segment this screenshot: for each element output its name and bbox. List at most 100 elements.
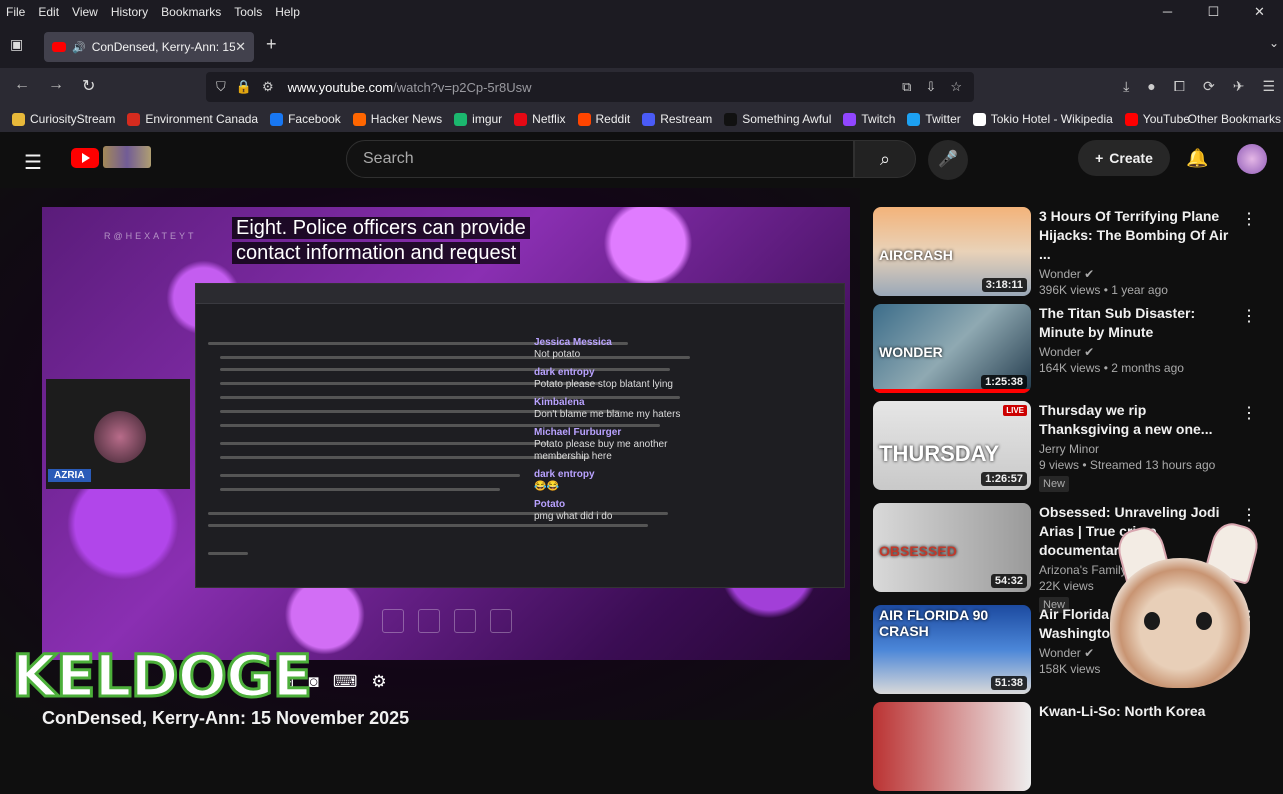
menu-edit[interactable]: Edit [32,5,66,19]
new-tab-icon[interactable]: + [266,34,277,55]
bookmark-label: Something Awful [742,112,832,126]
save-page-icon[interactable]: ⇩ [925,79,936,95]
video-thumbnail[interactable]: AIR FLORIDA 90 CRASH 51:38 [873,605,1031,694]
sync-icon[interactable]: ⟳ [1203,78,1215,95]
channel-label: Wonder [1039,267,1081,281]
more-options-icon[interactable]: ⋮ [1241,403,1257,423]
menu-tools[interactable]: Tools [228,5,269,19]
tab-title: ConDensed, Kerry-Ann: 15 [91,40,236,54]
bookmark-item[interactable]: Twitter [907,112,961,126]
extensions-icon[interactable]: ⧠ [1174,78,1185,95]
menu-view[interactable]: View [66,5,105,19]
bookmark-item[interactable]: YouTube [1124,112,1190,126]
create-button[interactable]: + Create [1078,140,1170,176]
menu-bookmarks[interactable]: Bookmarks [155,5,228,19]
recommended-video[interactable]: AIRCRASH 3:18:11 3 Hours Of Terrifying Pla… [873,207,1273,299]
more-options-icon[interactable]: ⋮ [1241,209,1257,229]
extension-cookie-icon[interactable]: ● [1147,78,1155,95]
chat-text: Potato please stop blatant lying [534,379,673,390]
url-text[interactable]: www.youtube.com/watch?v=p2Cp-5r8Usw [288,80,532,95]
menu-bar: File Edit View History Bookmarks Tools H… [0,0,1283,24]
recommended-video[interactable]: THURSDAY LIVE 1:26:57 Thursday we rip Thank… [873,401,1273,493]
doc-line [220,474,520,477]
video-thumbnail[interactable] [873,702,1031,791]
forward-icon[interactable]: → [48,76,64,94]
back-icon[interactable]: ← [14,76,30,94]
video-title[interactable]: The Titan Sub Disaster: Minute by Minute [1039,304,1229,342]
shared-screen [195,283,845,588]
overlay-icon [454,609,476,633]
bookmark-item[interactable]: Facebook [270,112,341,126]
menu-help[interactable]: Help [269,5,307,19]
channel-name[interactable]: Jerry Minor [1039,442,1229,456]
list-tabs-icon[interactable]: ⌄ [1269,36,1279,50]
url-path: /watch?v=p2Cp-5r8Usw [393,79,532,95]
bookmark-item[interactable]: Reddit [577,112,630,126]
reload-icon[interactable]: ↻ [82,76,95,96]
speaker-icon[interactable]: 🔊 [72,41,86,54]
video-title[interactable]: Thursday we rip Thanksgiving a new one..… [1039,401,1229,439]
youtube-favicon-icon [52,42,66,52]
other-bookmarks[interactable]: Other Bookmarks [1188,112,1281,126]
bookmark-item[interactable]: Something Awful [724,112,831,126]
bookmark-star-icon[interactable]: ☆ [950,79,962,95]
search-input[interactable]: Search [346,140,854,178]
bookmark-label: Netflix [532,112,566,126]
firefox-view-icon[interactable]: ▣ [10,36,23,53]
bookmark-item[interactable]: Hacker News [352,112,442,126]
close-tab-icon[interactable]: ✕ [235,39,246,55]
bookmark-favicon-icon [127,112,141,126]
lock-icon[interactable]: 🔒 [236,79,252,95]
youtube-doodle[interactable] [103,146,151,168]
menu-file[interactable]: File [0,5,32,19]
chat-author: Kimbalena [534,397,585,408]
downloads-icon[interactable]: ⤓ [1123,78,1129,95]
maximize-button[interactable]: ☐ [1191,0,1237,24]
keyboard-icon[interactable]: ⌨ [333,672,358,692]
youtube-logo[interactable] [71,148,99,168]
navigation-bar: ← → ↻ ⛉ 🔒 ⚙ www.youtube.com/watch?v=p2Cp… [0,68,1283,106]
recommended-video[interactable]: WONDER 1:25:38 The Titan Sub Disaster: Min… [873,304,1273,396]
video-thumbnail[interactable]: WONDER 1:25:38 [873,304,1031,393]
bookmark-item[interactable]: Netflix [514,112,566,126]
notifications-bell-icon[interactable]: 🔔 [1186,148,1208,169]
video-thumbnail[interactable]: THURSDAY LIVE 1:26:57 [873,401,1031,490]
bookmark-item[interactable]: Tokio Hotel - Wikipedia [972,112,1113,126]
thumbnail-text: OBSESSED [879,543,957,559]
video-duration: 54:32 [990,574,1027,588]
bookmark-item[interactable]: imgur [454,112,502,126]
guide-menu-icon[interactable]: ☰ [24,150,42,175]
video-duration: 3:18:11 [981,278,1027,292]
more-options-icon[interactable]: ⋮ [1241,505,1257,525]
app-menu-icon[interactable]: ☰ [1262,78,1275,95]
url-bar[interactable]: ⛉ 🔒 ⚙ www.youtube.com/watch?v=p2Cp-5r8Us… [206,72,974,102]
chat-message: Kimbalena Don't blame me blame my haters [534,397,689,421]
video-player[interactable]: R@HEXATEYT Jessica Messica Not potato dark… [42,207,850,660]
extension-rocket-icon[interactable]: ✈ [1233,78,1245,95]
bookmark-item[interactable]: Twitch [843,112,895,126]
settings-gear-icon[interactable]: ⚙ [371,672,386,692]
shield-icon[interactable]: ⛉ [216,79,226,95]
account-avatar[interactable] [1237,144,1267,174]
search-button[interactable]: ⌕ [854,140,916,178]
youtube-header: ☰ Search ⌕ 🎤 + Create 🔔 [0,132,1283,188]
picture-in-picture-icon[interactable]: ⧉ [902,79,911,95]
tab-youtube[interactable]: 🔊 ConDensed, Kerry-Ann: 15 ✕ [44,32,254,62]
close-window-button[interactable]: ✕ [1237,0,1283,24]
bookmark-item[interactable]: Environment Canada [127,112,258,126]
bookmark-item[interactable]: Restream [642,112,712,126]
voice-search-icon[interactable]: 🎤 [928,140,968,180]
bookmark-item[interactable]: CuriosityStream [12,112,115,126]
channel-name[interactable]: Wonder ✔ [1039,267,1229,281]
menu-history[interactable]: History [105,5,155,19]
channel-name[interactable]: Wonder ✔ [1039,345,1229,359]
permissions-icon[interactable]: ⚙ [262,79,274,95]
minimize-button[interactable]: ─ [1145,0,1191,24]
overlay-icon [382,609,404,633]
video-title[interactable]: 3 Hours Of Terrifying Plane Hijacks: The… [1039,207,1229,264]
more-options-icon[interactable]: ⋮ [1241,306,1257,326]
bookmark-favicon-icon [352,112,366,126]
video-thumbnail[interactable]: OBSESSED 54:32 [873,503,1031,592]
video-thumbnail[interactable]: AIRCRASH 3:18:11 [873,207,1031,296]
create-label: Create [1109,150,1153,166]
